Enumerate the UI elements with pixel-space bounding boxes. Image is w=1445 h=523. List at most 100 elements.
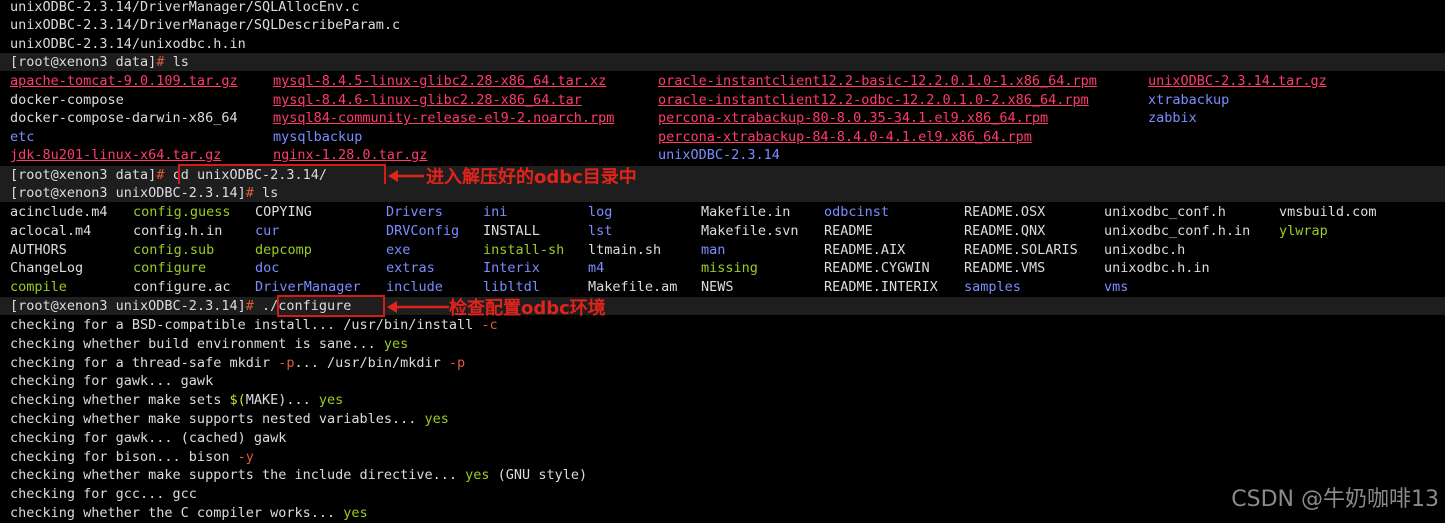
ls-entry: config.h.in <box>133 223 223 239</box>
ls-entry: AUTHORS <box>10 242 67 258</box>
ls-entry: README <box>824 223 873 239</box>
prompt-highlight <box>0 53 1445 71</box>
ls-entry: Interix <box>483 260 540 276</box>
ls-entry: docker-compose-darwin-x86_64 <box>10 110 238 126</box>
prompt-hash: # <box>245 185 254 201</box>
configure-text: checking for a BSD-compatible install...… <box>10 317 482 333</box>
configure-text: yes <box>465 467 490 483</box>
ls-entry: extras <box>386 260 435 276</box>
output-line: unixODBC-2.3.14/DriverManager/SQLDescrib… <box>10 17 401 33</box>
configure-text: $( <box>229 392 246 408</box>
ls-entry: README.CYGWIN <box>824 260 930 276</box>
ls-entry: apache-tomcat-9.0.109.tar.gz <box>10 73 238 89</box>
ls-entry: log <box>588 204 613 220</box>
command-text: ls <box>164 54 189 70</box>
configure-line: checking whether make sets $(MAKE)... ye… <box>10 391 343 409</box>
configure-text: yes <box>424 411 449 427</box>
ls-entry: doc <box>255 260 280 276</box>
ls-entry: ylwrap <box>1279 223 1328 239</box>
ls-entry: mysqlbackup <box>273 129 363 145</box>
ls-entry: Drivers <box>386 204 443 220</box>
configure-line: checking whether make supports the inclu… <box>10 466 587 484</box>
ls-entry: DRVConfig <box>386 223 460 239</box>
command-text: ls <box>253 185 279 201</box>
configure-text: checking whether make sets <box>10 392 230 408</box>
ls-entry: samples <box>964 279 1021 295</box>
ls-entry: man <box>701 242 726 258</box>
prompt-line: [root@xenon3 unixODBC-2.3.14]# ls <box>10 184 278 202</box>
ls-entry: README.OSX <box>964 204 1046 220</box>
ls-entry: unixODBC-2.3.14 <box>658 147 780 163</box>
configure-line: checking whether build environment is sa… <box>10 335 408 353</box>
configure-text: checking for gcc... gcc <box>10 486 197 502</box>
ls-entry: ltmain.sh <box>588 242 662 258</box>
configure-text: yes <box>343 505 368 521</box>
configure-text: checking whether make supports nested va… <box>10 411 425 427</box>
arrow-left-icon <box>388 170 424 182</box>
ls-entry: aclocal.m4 <box>10 223 92 239</box>
ls-entry: mysql-8.4.5-linux-glibc2.28-x86_64.tar.x… <box>273 73 607 89</box>
configure-line: checking for a BSD-compatible install...… <box>10 316 498 334</box>
ls-entry: nginx-1.28.0.tar.gz <box>273 147 428 163</box>
ls-entry: README.QNX <box>964 223 1046 239</box>
ls-entry: percona-xtrabackup-80-8.0.35-34.1.el9.x8… <box>658 110 1049 126</box>
ls-entry: install-sh <box>483 242 565 258</box>
configure-text: -p <box>278 355 295 371</box>
output-line: unixODBC-2.3.14/unixodbc.h.in <box>10 36 246 52</box>
configure-text: -p <box>448 355 466 371</box>
ls-entry: INSTALL <box>483 223 540 239</box>
ls-entry: ini <box>483 204 508 220</box>
terminal-window[interactable]: unixODBC-2.3.14/DriverManager/SQLAllocEn… <box>0 0 1445 523</box>
ls-entry: mysql-8.4.6-linux-glibc2.28-x86_64.tar <box>273 92 582 108</box>
configure-line: checking for gawk... gawk <box>10 372 213 390</box>
prompt-hash: # <box>245 298 254 314</box>
ls-entry: jdk-8u201-linux-x64.tar.gz <box>10 147 222 163</box>
ls-entry: NEWS <box>701 279 734 295</box>
prompt-line: [root@xenon3 data]# ls <box>10 53 189 71</box>
ls-entry: compile <box>10 279 67 295</box>
ls-entry: unixodbc.h.in <box>1104 260 1210 276</box>
ls-entry: zabbix <box>1148 110 1197 126</box>
ls-entry: acinclude.m4 <box>10 204 108 220</box>
ls-entry: ChangeLog <box>10 260 84 276</box>
ls-entry: docker-compose <box>10 92 124 108</box>
ls-entry: xtrabackup <box>1148 92 1230 108</box>
ls-entry: lst <box>588 223 613 239</box>
ls-entry: percona-xtrabackup-84-8.4.0-4.1.el9.x86_… <box>658 129 1032 145</box>
ls-entry: unixodbc_conf.h.in <box>1104 223 1251 239</box>
ls-entry: oracle-instantclient12.2-odbc-12.2.0.1.0… <box>658 92 1089 108</box>
configure-text: checking for gawk... <box>10 430 181 446</box>
configure-text: checking whether build environment is sa… <box>10 336 384 352</box>
ls-entry: README.INTERIX <box>824 279 938 295</box>
prompt-text: [root@xenon3 unixODBC-2.3.14] <box>10 185 246 201</box>
configure-text: -c <box>481 317 498 333</box>
ls-entry: exe <box>386 242 411 258</box>
configure-text: MAKE)... <box>245 392 319 408</box>
configure-text: checking for bison... bison <box>10 449 238 465</box>
configure-text: -y <box>237 449 254 465</box>
configure-text: checking for a thread-safe mkdir <box>10 355 279 371</box>
ls-entry: Makefile.svn <box>701 223 799 239</box>
ls-entry: Makefile.in <box>701 204 791 220</box>
ls-entry: etc <box>10 129 35 145</box>
ls-entry: cur <box>255 223 280 239</box>
configure-text: (cached) gawk <box>180 430 287 446</box>
ls-entry: configure.ac <box>133 279 231 295</box>
ls-entry: configure <box>133 260 207 276</box>
ls-entry: mysql84-community-release-el9-2.noarch.r… <box>273 110 615 126</box>
ls-entry: unixodbc_conf.h <box>1104 204 1226 220</box>
ls-entry: include <box>386 279 443 295</box>
ls-entry: unixODBC-2.3.14.tar.gz <box>1148 73 1327 89</box>
ls-entry: README.AIX <box>824 242 906 258</box>
ls-entry: COPYING <box>255 204 312 220</box>
configure-line: checking for bison... bison -y <box>10 448 254 466</box>
ls-entry: odbcinst <box>824 204 890 220</box>
configure-text: checking whether make supports the inclu… <box>10 467 466 483</box>
prompt-text: [root@xenon3 unixODBC-2.3.14] <box>10 298 246 314</box>
configure-text: yes <box>318 392 344 408</box>
arrow-left-icon <box>387 301 449 313</box>
configure-line: checking for a thread-safe mkdir -p... /… <box>10 354 465 372</box>
configure-text: checking whether the C compiler works... <box>10 505 344 521</box>
configure-text: ... /usr/bin/mkdir <box>294 355 449 371</box>
ls-entry: depcomp <box>255 242 312 258</box>
